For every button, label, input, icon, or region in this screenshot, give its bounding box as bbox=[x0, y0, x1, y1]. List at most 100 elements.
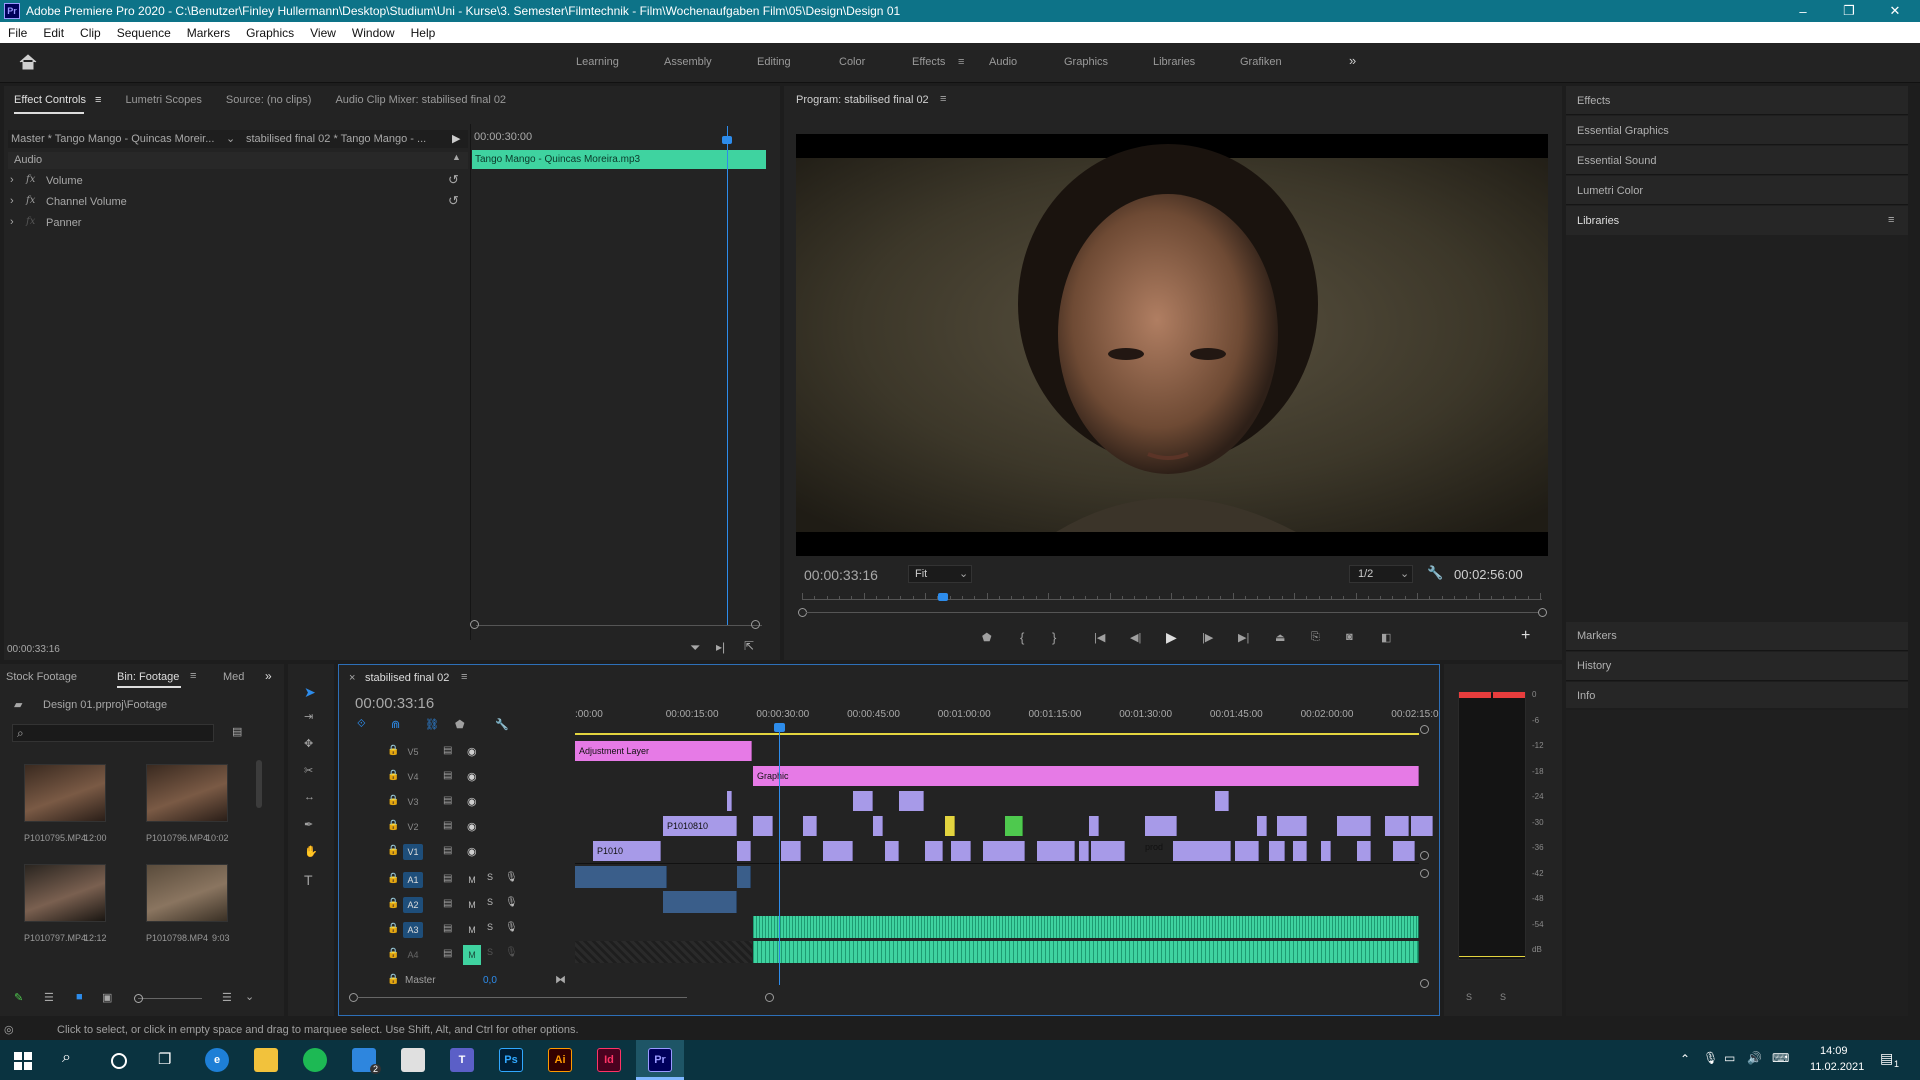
video-clip[interactable] bbox=[1235, 841, 1259, 861]
tab-bin-footage[interactable]: Bin: Footage bbox=[117, 671, 179, 683]
more-tabs-icon[interactable]: » bbox=[265, 669, 272, 683]
spotify-icon[interactable] bbox=[303, 1048, 327, 1072]
program-zoom-end[interactable] bbox=[1538, 608, 1547, 617]
program-timecode[interactable]: 00:00:33:16 bbox=[804, 567, 878, 583]
tab-lumetri-scopes[interactable]: Lumetri Scopes bbox=[125, 94, 201, 106]
lock-icon[interactable]: 🔒 bbox=[387, 795, 399, 806]
video-clip[interactable] bbox=[803, 816, 817, 836]
tab-stock-footage[interactable]: Stock Footage bbox=[6, 671, 77, 683]
eye-icon[interactable]: ◉ bbox=[467, 795, 477, 808]
workspace-assembly[interactable]: Assembly bbox=[664, 56, 712, 68]
play-audio-icon[interactable]: ▸| bbox=[716, 640, 725, 654]
video-frame[interactable] bbox=[796, 134, 1548, 556]
menu-edit[interactable]: Edit bbox=[35, 26, 72, 40]
wrench-icon[interactable]: 🔧 bbox=[1427, 565, 1443, 581]
video-clip[interactable] bbox=[1357, 841, 1371, 861]
video-clip[interactable] bbox=[1091, 841, 1125, 861]
track-label-a3[interactable]: A3 bbox=[403, 922, 423, 938]
panel-essential-graphics[interactable]: Essential Graphics bbox=[1577, 125, 1669, 137]
step-forward-icon[interactable]: |▶ bbox=[1202, 631, 1213, 644]
teams-icon[interactable]: T bbox=[450, 1048, 474, 1072]
video-clip[interactable] bbox=[1215, 791, 1229, 811]
resolution-dropdown[interactable]: 1/2 ⌄ bbox=[1349, 565, 1413, 583]
bin-scrollbar[interactable] bbox=[256, 760, 262, 808]
voiceover-mic-icon[interactable]: 🎙 bbox=[505, 872, 518, 883]
video-clip[interactable] bbox=[951, 841, 971, 861]
voiceover-mic-icon[interactable]: 🎙 bbox=[505, 897, 518, 908]
expand-volume-icon[interactable]: › bbox=[10, 174, 14, 186]
lock-icon[interactable]: 🔒 bbox=[387, 974, 399, 985]
maximize-button[interactable]: ❐ bbox=[1826, 0, 1872, 22]
razor-tool-icon[interactable]: ✂ bbox=[304, 764, 313, 777]
panel-lumetri-color[interactable]: Lumetri Color bbox=[1577, 185, 1643, 197]
new-bin-icon[interactable]: ▤ bbox=[232, 725, 242, 738]
menu-view[interactable]: View bbox=[302, 26, 344, 40]
add-marker-icon[interactable]: ⬟ bbox=[455, 718, 465, 731]
sequence-tab[interactable]: stabilised final 02 bbox=[365, 672, 449, 684]
tab-audio-clip-mixer[interactable]: Audio Clip Mixer: stabilised final 02 bbox=[335, 94, 506, 106]
clip-p1010[interactable]: P1010 bbox=[593, 841, 661, 861]
photoshop-icon[interactable]: Ps bbox=[499, 1048, 523, 1072]
video-clip[interactable] bbox=[1257, 816, 1267, 836]
menu-file[interactable]: File bbox=[0, 26, 35, 40]
lock-icon[interactable]: 🔒 bbox=[387, 923, 399, 934]
video-clip[interactable] bbox=[1277, 816, 1307, 836]
track-select-tool-icon[interactable]: ⇥ bbox=[304, 710, 313, 723]
volume-icon[interactable]: 🔊 bbox=[1747, 1051, 1762, 1065]
video-clip[interactable] bbox=[1173, 841, 1231, 861]
master-clip-label[interactable]: Master * Tango Mango - Quincas Moreir... bbox=[11, 133, 221, 145]
hand-tool-icon[interactable]: ✋ bbox=[304, 845, 318, 858]
ec-playhead[interactable] bbox=[727, 126, 728, 626]
store-icon[interactable] bbox=[401, 1048, 425, 1072]
premiere-icon[interactable]: Pr bbox=[648, 1048, 672, 1072]
effect-volume[interactable]: Volume bbox=[46, 175, 83, 187]
video-clip[interactable] bbox=[1321, 841, 1331, 861]
sync-lock-icon[interactable]: ▤ bbox=[443, 948, 452, 959]
close-sequence-icon[interactable]: × bbox=[349, 672, 355, 684]
play-clip-icon[interactable]: ▶ bbox=[452, 132, 460, 145]
audio-clip-a3-music[interactable] bbox=[753, 916, 1419, 938]
panel-markers[interactable]: Markers bbox=[1577, 630, 1617, 642]
solo-button[interactable]: S bbox=[487, 947, 493, 957]
panel-info[interactable]: Info bbox=[1577, 690, 1595, 702]
mark-in-icon[interactable]: { bbox=[1020, 630, 1024, 645]
video-clip[interactable] bbox=[1393, 841, 1415, 861]
search-input[interactable]: ⌕ bbox=[12, 724, 214, 742]
lock-icon[interactable]: 🔒 bbox=[387, 770, 399, 781]
program-time-ruler[interactable] bbox=[802, 593, 1542, 600]
bin-menu-icon[interactable]: ≡ bbox=[190, 670, 196, 682]
track-label-v5[interactable]: V5 bbox=[403, 744, 423, 760]
video-clip[interactable] bbox=[727, 791, 732, 811]
ec-playhead-handle[interactable] bbox=[722, 136, 732, 144]
menu-sequence[interactable]: Sequence bbox=[109, 26, 179, 40]
eye-icon[interactable]: ◉ bbox=[467, 770, 477, 783]
panel-history[interactable]: History bbox=[1577, 660, 1611, 672]
timeline-timecode[interactable]: 00:00:33:16 bbox=[355, 695, 434, 712]
illustrator-icon[interactable]: Ai bbox=[548, 1048, 572, 1072]
snap-icon[interactable]: ⋒ bbox=[391, 718, 400, 731]
workspace-learning[interactable]: Learning bbox=[576, 56, 619, 68]
audio-clip-a1[interactable] bbox=[737, 866, 751, 888]
timeline-vscroll-top[interactable] bbox=[1420, 725, 1429, 734]
menu-window[interactable]: Window bbox=[344, 26, 403, 40]
lock-icon[interactable]: 🔒 bbox=[387, 873, 399, 884]
mute-button[interactable]: M bbox=[463, 870, 481, 890]
timeline-vscroll-audio-top[interactable] bbox=[1420, 869, 1429, 878]
chevron-up-icon[interactable]: ⌃ bbox=[1680, 1052, 1690, 1066]
ec-scrollbar[interactable] bbox=[476, 625, 762, 626]
menu-graphics[interactable]: Graphics bbox=[238, 26, 302, 40]
sequence-clip-label[interactable]: stabilised final 02 * Tango Mango - ... bbox=[246, 133, 426, 145]
video-clip[interactable] bbox=[1089, 816, 1099, 836]
nest-icon[interactable]: ⟐ bbox=[357, 718, 366, 731]
expand-channel-volume-icon[interactable]: › bbox=[10, 195, 14, 207]
sync-lock-icon[interactable]: ▤ bbox=[443, 898, 452, 909]
timeline-vscroll-mid[interactable] bbox=[1420, 851, 1429, 860]
audio-clip-a2[interactable] bbox=[663, 891, 737, 913]
tab-source[interactable]: Source: (no clips) bbox=[226, 94, 312, 106]
sync-lock-icon[interactable]: ▤ bbox=[443, 845, 452, 856]
export-icon[interactable]: ⇱ bbox=[744, 639, 754, 653]
solo-button[interactable]: S bbox=[487, 922, 493, 932]
clip-graphic[interactable]: Graphic bbox=[753, 766, 1419, 786]
go-to-in-icon[interactable]: |◀ bbox=[1094, 631, 1105, 644]
video-clip[interactable] bbox=[781, 841, 801, 861]
